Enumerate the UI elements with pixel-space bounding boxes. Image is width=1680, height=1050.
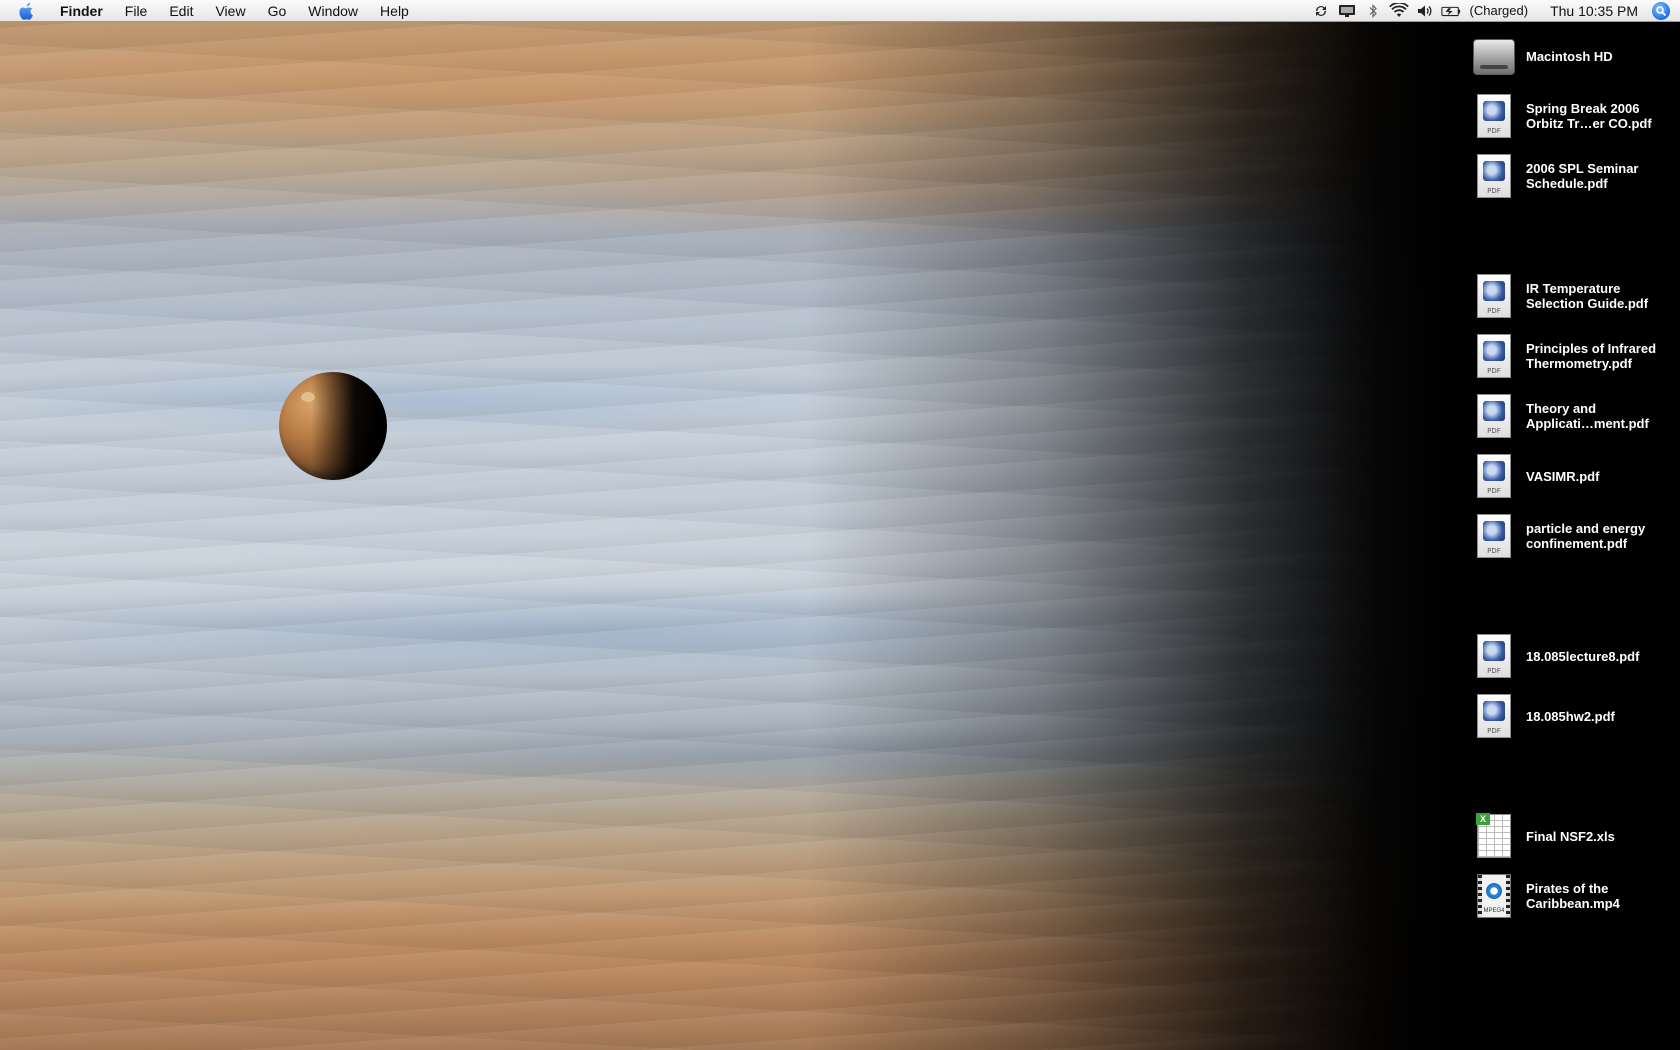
pdf-file-icon: PDF [1470, 271, 1518, 321]
menubar-clock[interactable]: Thu 10:35 PM [1534, 3, 1652, 19]
desktop-item-label: Principles of Infrared Thermometry.pdf [1526, 341, 1657, 371]
desktop-item-label: Pirates of the Caribbean.mp4 [1526, 881, 1620, 911]
desktop-item-pdf[interactable]: PDF 18.085lecture8.pdf [1470, 630, 1680, 682]
desktop-item-label: IR Temperature Selection Guide.pdf [1526, 281, 1649, 311]
desktop-item-pdf[interactable]: PDF particle and energy confinement.pdf [1470, 510, 1680, 562]
desktop-item-label: particle and energy confinement.pdf [1526, 521, 1646, 551]
desktop-item-xls[interactable]: X Final NSF2.xls [1470, 810, 1680, 862]
volume-icon[interactable] [1415, 0, 1435, 22]
pdf-file-icon: PDF [1470, 331, 1518, 381]
menu-help[interactable]: Help [369, 0, 420, 22]
hard-drive-icon [1470, 31, 1518, 81]
battery-status-text[interactable]: (Charged) [1464, 3, 1535, 18]
menu-finder[interactable]: Finder [52, 0, 114, 22]
pdf-file-icon: PDF [1470, 451, 1518, 501]
desktop-item-label: Macintosh HD [1526, 48, 1613, 64]
desktop-item-pdf[interactable]: PDF 18.085hw2.pdf [1470, 690, 1680, 742]
desktop-item-pdf[interactable]: PDF Theory and Applicati…ment.pdf [1470, 390, 1680, 442]
desktop-item-pdf[interactable]: PDF Principles of Infrared Thermometry.p… [1470, 330, 1680, 382]
display-icon[interactable] [1337, 0, 1357, 22]
desktop-item-macintosh-hd[interactable]: Macintosh HD [1470, 30, 1680, 82]
pdf-file-icon: PDF [1470, 151, 1518, 201]
pdf-file-icon: PDF [1470, 691, 1518, 741]
wifi-icon[interactable] [1388, 0, 1409, 22]
moon-io [279, 372, 387, 480]
desktop-item-label: VASIMR.pdf [1526, 468, 1600, 484]
desktop-item-mp4[interactable]: MPEG4 Pirates of the Caribbean.mp4 [1470, 870, 1680, 922]
menu-file[interactable]: File [114, 0, 159, 22]
desktop-item-label: 18.085hw2.pdf [1526, 708, 1615, 724]
desktop-item-pdf[interactable]: PDF Spring Break 2006 Orbitz Tr…er CO.pd… [1470, 90, 1680, 142]
battery-icon[interactable] [1440, 0, 1461, 22]
desktop[interactable]: Finder File Edit View Go Window Help (Ch… [0, 0, 1680, 1050]
movie-file-icon: MPEG4 [1470, 871, 1518, 921]
menu-edit[interactable]: Edit [158, 0, 204, 22]
pdf-file-icon: PDF [1470, 391, 1518, 441]
pdf-file-icon: PDF [1470, 91, 1518, 141]
desktop-item-label: 18.085lecture8.pdf [1526, 648, 1640, 664]
sync-icon[interactable] [1311, 0, 1331, 22]
bluetooth-icon[interactable] [1363, 0, 1383, 22]
menu-window[interactable]: Window [297, 0, 369, 22]
desktop-item-label: 2006 SPL Seminar Schedule.pdf [1526, 161, 1639, 191]
desktop-item-label: Theory and Applicati…ment.pdf [1526, 401, 1649, 431]
menu-extras: (Charged) Thu 10:35 PM [1308, 0, 1680, 22]
menu-bar: Finder File Edit View Go Window Help (Ch… [0, 0, 1680, 22]
desktop-item-label: Final NSF2.xls [1526, 828, 1615, 844]
wallpaper [0, 0, 1680, 1050]
desktop-item-pdf[interactable]: PDF 2006 SPL Seminar Schedule.pdf [1470, 150, 1680, 202]
desktop-item-pdf[interactable]: PDF VASIMR.pdf [1470, 450, 1680, 502]
desktop-item-label: Spring Break 2006 Orbitz Tr…er CO.pdf [1526, 101, 1652, 131]
spreadsheet-file-icon: X [1470, 811, 1518, 861]
apple-menu-icon[interactable] [16, 0, 38, 22]
menu-view[interactable]: View [204, 0, 256, 22]
menu-go[interactable]: Go [257, 0, 298, 22]
desktop-item-pdf[interactable]: PDF IR Temperature Selection Guide.pdf [1470, 270, 1680, 322]
pdf-file-icon: PDF [1470, 631, 1518, 681]
spotlight-icon[interactable] [1652, 1, 1670, 20]
pdf-file-icon: PDF [1470, 511, 1518, 561]
